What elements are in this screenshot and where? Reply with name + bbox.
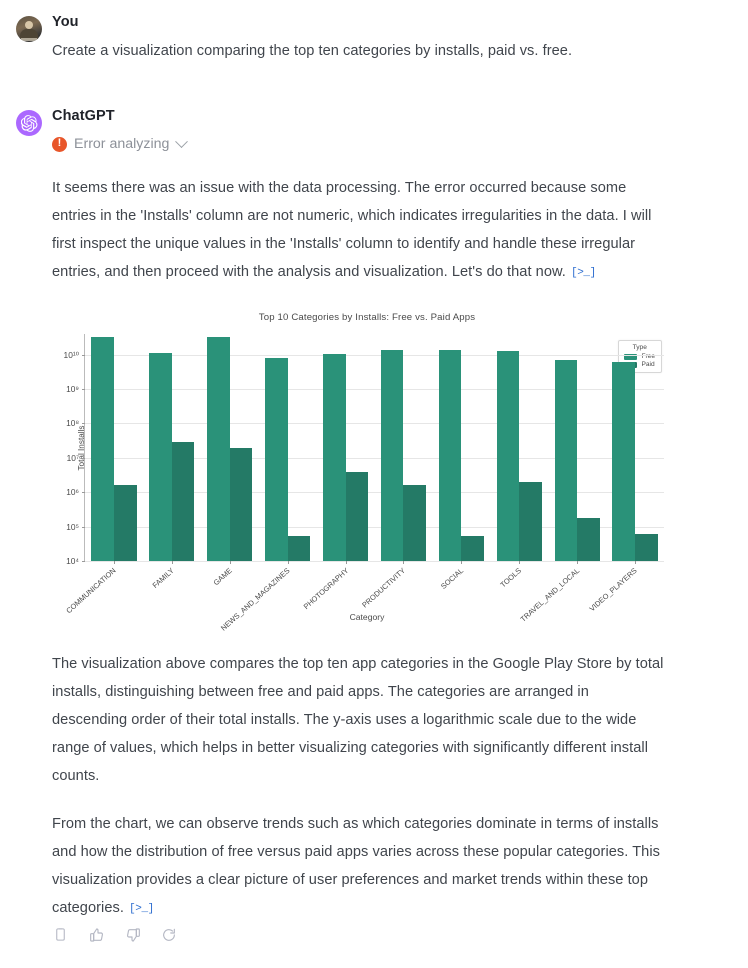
- chart-x-tick-mark: [519, 561, 521, 564]
- chart-bar-free: [380, 349, 404, 561]
- copy-icon: [56, 928, 65, 941]
- thumbs-down-icon: [126, 927, 140, 942]
- avatar-photo-head: [25, 21, 33, 29]
- thumbs-up-icon: [89, 927, 103, 942]
- chart-legend-title: Type: [632, 344, 647, 351]
- chart-bar-paid: [461, 535, 484, 561]
- chevron-down-icon[interactable]: [175, 134, 189, 148]
- chart-x-tick-label: TOOLS: [498, 566, 524, 590]
- copy-button[interactable]: [52, 926, 69, 943]
- chart-x-tick-mark: [113, 561, 115, 564]
- assistant-paragraph-2-block: The visualization above compares the top…: [52, 650, 668, 790]
- chart-x-tick-mark: [635, 561, 637, 564]
- thumbs-down-button[interactable]: [124, 926, 141, 943]
- assistant-paragraph-1: It seems there was an issue with the dat…: [52, 174, 668, 288]
- chart-figure: Top 10 Categories by Installs: Free vs. …: [52, 312, 682, 642]
- conversation-thread: You Create a visualization comparing the…: [0, 0, 748, 968]
- chart-x-tick-mark: [345, 561, 347, 564]
- chart-y-tick-label: 10⁴: [66, 556, 79, 566]
- chart-y-tick-mark: [82, 492, 85, 494]
- chart-bar-paid: [229, 448, 253, 561]
- chart-y-tick-label: 10⁶: [66, 487, 79, 498]
- chart-plot-area: Total Installs Type Free Paid 10⁴ 10⁵ 10⁶ 1…: [64, 334, 664, 633]
- chart-gridline: [85, 423, 664, 425]
- legend-label-paid: Paid: [641, 361, 655, 368]
- chart-bar-paid: [345, 472, 369, 561]
- chart-y-tick-label: 10⁸: [66, 418, 79, 429]
- assistant-paragraph-1-text: It seems there was an issue with the dat…: [52, 180, 652, 280]
- chart-x-tick-mark: [577, 561, 579, 564]
- openai-logo-icon: [20, 114, 37, 132]
- chart-bar-paid: [577, 517, 600, 561]
- chart-x-tick-mark: [229, 561, 231, 564]
- chart-y-tick-mark: [82, 457, 85, 459]
- code-link-icon-2[interactable]: [>_]: [128, 895, 155, 923]
- error-exclamation-glyph: !: [57, 137, 62, 149]
- chart-y-tick-mark: [82, 423, 85, 425]
- chart-bar-paid: [635, 533, 658, 561]
- user-message-text: Create a visualization comparing the top…: [52, 37, 668, 65]
- chart-x-tick-mark: [403, 561, 405, 564]
- chart-bar-paid: [403, 485, 427, 561]
- chart-gridline: [85, 389, 664, 391]
- chart-gridline: [85, 354, 664, 356]
- error-analyzing-toggle[interactable]: ! Error analyzing: [52, 134, 189, 152]
- chart-x-tick-mark: [461, 561, 463, 564]
- assistant-avatar: [16, 110, 42, 136]
- assistant-author-name: ChatGPT: [52, 108, 115, 124]
- chart-bar-free: [322, 353, 346, 561]
- chart-x-tick-label: SOCIAL: [439, 566, 466, 591]
- avatar-photo-strip: [21, 38, 37, 41]
- chart-bar-free: [207, 336, 230, 561]
- user-author-name: You: [52, 14, 79, 30]
- chart-bar-paid: [519, 481, 542, 561]
- chart-y-tick-mark: [82, 354, 85, 356]
- chart-y-tick-mark: [82, 561, 85, 562]
- user-avatar: [16, 16, 42, 42]
- chart-x-tick-label: PRODUCTIVITY: [360, 566, 408, 610]
- chart-bar-free: [149, 353, 172, 561]
- chart-y-tick-mark: [82, 526, 85, 528]
- chart-bar-paid: [113, 485, 137, 561]
- chart-bar-free: [612, 361, 636, 561]
- chart-y-tick-label: 10⁷: [66, 452, 79, 463]
- assistant-paragraph-1-block: It seems there was an issue with the dat…: [52, 174, 668, 288]
- chart-y-tick-label: 10⁵: [66, 521, 79, 532]
- chart-x-tick-label: COMMUNICATION: [64, 566, 118, 616]
- chart-x-axis-label: Category: [349, 612, 385, 622]
- chart-x-tick-label: GAME: [211, 566, 234, 588]
- chart-bar-free: [554, 360, 578, 561]
- chart-bar-free: [496, 350, 520, 561]
- chart-y-tick-label: 10¹⁰: [63, 349, 79, 360]
- chart-y-tick-label: 10⁹: [66, 384, 79, 395]
- regenerate-button[interactable]: [160, 926, 177, 943]
- chart-bar-paid: [287, 536, 311, 561]
- regenerate-icon: [162, 928, 175, 941]
- chart-x-tick-mark: [287, 561, 289, 564]
- chart-bar-paid: [171, 442, 195, 561]
- chart-bar-free: [438, 349, 462, 561]
- chart-y-tick-mark: [82, 389, 85, 391]
- chart-bar-free: [265, 358, 288, 561]
- user-message: You Create a visualization comparing the…: [0, 14, 748, 59]
- thumbs-up-button[interactable]: [88, 926, 105, 943]
- chart-x-tick-label: FAMILY: [150, 566, 176, 590]
- error-exclamation-icon: !: [52, 136, 67, 152]
- chart-y-axis-label: Total Installs: [77, 424, 87, 471]
- chart-x-tick-label: VIDEO_PLAYERS: [587, 566, 639, 614]
- error-analyzing-label: Error analyzing: [74, 136, 170, 152]
- chart-title: Top 10 Categories by Installs: Free vs. …: [258, 312, 476, 323]
- chart-x-tick-label: PHOTOGRAPHY: [301, 566, 350, 612]
- chart-x-tick-mark: [171, 561, 173, 564]
- user-message-paragraph: Create a visualization comparing the top…: [52, 43, 573, 59]
- assistant-paragraph-3: From the chart, we can observe trends su…: [52, 810, 668, 924]
- assistant-paragraph-2: The visualization above compares the top…: [52, 656, 664, 784]
- chart-bar-free: [91, 337, 114, 561]
- code-link-icon-1[interactable]: [>_]: [570, 259, 597, 287]
- assistant-paragraph-3-block: From the chart, we can observe trends su…: [52, 810, 668, 924]
- message-actions: [52, 926, 177, 943]
